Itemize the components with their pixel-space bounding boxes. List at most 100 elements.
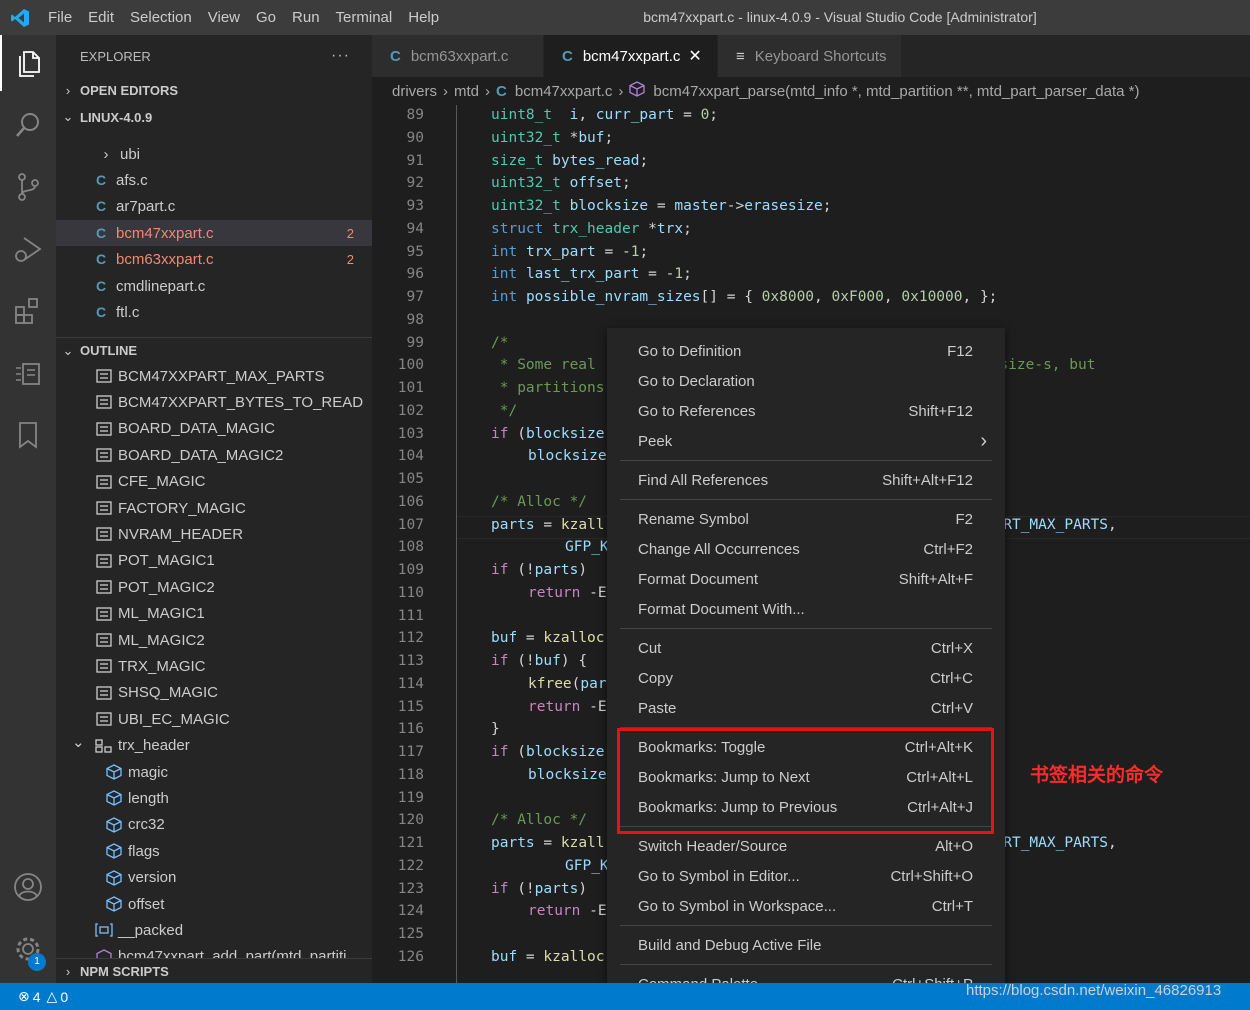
code-token: int — [491, 289, 518, 305]
outline-item[interactable]: BCM47XXPART_BYTES_TO_READ — [56, 389, 372, 415]
menu-item-label: Format Document With... — [638, 600, 805, 618]
tab-keyboard-shortcuts[interactable]: ≡ Keyboard Shortcuts — [718, 35, 902, 77]
constant-icon — [94, 369, 114, 383]
run-debug-icon[interactable] — [0, 221, 56, 277]
outline-item[interactable]: TRX_MAGIC — [56, 653, 372, 679]
outline-item[interactable]: CFE_MAGIC — [56, 469, 372, 495]
code-line: } — [491, 721, 500, 737]
menu-item-go-to-symbol-in-workspace[interactable]: Go to Symbol in Workspace... Ctrl+T — [607, 891, 1005, 921]
close-icon[interactable]: ✕ — [688, 46, 701, 66]
outline-item[interactable]: BCM47XXPART_MAX_PARTS — [56, 363, 372, 389]
code-line: return -E — [528, 585, 607, 601]
tab-bcm47xxpart-c[interactable]: Cbcm47xxpart.c ✕ — [544, 35, 718, 77]
outline-item[interactable]: BOARD_DATA_MAGIC — [56, 416, 372, 442]
menu-item-cut[interactable]: Cut Ctrl+X — [607, 633, 1005, 663]
field-icon — [104, 896, 124, 912]
menu-item-find-all-references[interactable]: Find All References Shift+Alt+F12 — [607, 465, 1005, 495]
menu-terminal[interactable]: Terminal — [328, 0, 401, 35]
menu-help[interactable]: Help — [400, 0, 447, 35]
menu-item-shortcut: Shift+F12 — [908, 402, 973, 420]
breadcrumb-function[interactable]: bcm47xxpart_parse(mtd_info *, mtd_partit… — [653, 83, 1139, 100]
code-token: ; — [683, 266, 692, 283]
tab-label: bcm63xxpart.c — [410, 47, 509, 65]
outline-item[interactable]: ML_MAGIC2 — [56, 627, 372, 653]
outline-item[interactable]: length — [56, 785, 372, 811]
outline-item[interactable]: POT_MAGIC2 — [56, 574, 372, 600]
file-item[interactable]: Cftl.c — [56, 299, 372, 325]
menu-item-go-to-symbol-in-editor[interactable]: Go to Symbol in Editor... Ctrl+Shift+O — [607, 861, 1005, 891]
line-number: 101 — [397, 380, 424, 396]
outline-item[interactable]: magic — [56, 759, 372, 785]
outline-item[interactable]: offset — [56, 891, 372, 917]
menu-item-format-document[interactable]: Format Document Shift+Alt+F — [607, 564, 1005, 594]
menu-go[interactable]: Go — [248, 0, 284, 35]
code-line: if (!parts) — [491, 562, 587, 578]
chevron-right-icon: › — [65, 82, 71, 98]
menu-item-paste[interactable]: Paste Ctrl+V — [607, 693, 1005, 723]
problems-status[interactable]: ⊗ 4 △ 0 — [18, 988, 68, 1005]
explorer-icon[interactable] — [0, 35, 56, 91]
code-token: blocksize — [528, 448, 607, 465]
file-item[interactable]: Cafs.c — [56, 167, 372, 193]
outline-item[interactable]: BOARD_DATA_MAGIC2 — [56, 442, 372, 468]
menu-item-shortcut: Ctrl+C — [930, 669, 973, 687]
tab-bcm63xxpart-c[interactable]: Cbcm63xxpart.c — [372, 35, 544, 77]
search-icon[interactable] — [0, 97, 56, 153]
file-item[interactable]: Cbcm47xxpart.c 2 — [56, 220, 372, 246]
code-token: GFP_K — [565, 857, 609, 874]
menu-item-switch-header-source[interactable]: Switch Header/Source Alt+O — [607, 831, 1005, 861]
outline-item[interactable]: version — [56, 865, 372, 891]
outline-section[interactable]: ⌄ OUTLINE — [56, 337, 372, 363]
npm-scripts-section[interactable]: › NPM SCRIPTS — [56, 958, 372, 983]
file-item[interactable]: Car7part.c — [56, 193, 372, 219]
menu-item-go-to-references[interactable]: Go to References Shift+F12 — [607, 396, 1005, 426]
menu-item-rename-symbol[interactable]: Rename Symbol F2 — [607, 504, 1005, 534]
menu-item-go-to-definition[interactable]: Go to Definition F12 — [607, 336, 1005, 366]
code-token: blocksize — [569, 198, 649, 214]
line-number: 97 — [406, 289, 424, 305]
remote-explorer-icon[interactable] — [0, 345, 56, 401]
menu-run[interactable]: Run — [284, 0, 328, 35]
outline-item[interactable]: UBI_EC_MAGIC — [56, 706, 372, 732]
settings-gear-icon[interactable]: 1 — [0, 921, 56, 977]
menu-item-label: Rename Symbol — [638, 510, 749, 528]
outline-item[interactable]: __packed — [56, 917, 372, 943]
menu-selection[interactable]: Selection — [122, 0, 200, 35]
menu-edit[interactable]: Edit — [80, 0, 122, 35]
menu-file[interactable]: File — [40, 0, 80, 35]
menu-item-format-document-with[interactable]: Format Document With... — [607, 594, 1005, 624]
code-token: uint32_t — [491, 198, 561, 214]
bookmarks-icon[interactable] — [0, 407, 56, 463]
error-count-badge: 2 — [346, 225, 354, 241]
outline-item[interactable]: NVRAM_HEADER — [56, 521, 372, 547]
menu-item-peek[interactable]: Peek › — [607, 426, 1005, 456]
account-icon[interactable] — [0, 859, 56, 915]
outline-item[interactable]: flags — [56, 838, 372, 864]
source-control-icon[interactable] — [0, 159, 56, 215]
breadcrumb-mtd[interactable]: mtd — [454, 83, 479, 100]
outline-item[interactable]: FACTORY_MAGIC — [56, 495, 372, 521]
code-line: size_t bytes_read; — [491, 153, 648, 169]
extensions-icon[interactable] — [0, 283, 56, 339]
menu-view[interactable]: View — [200, 0, 248, 35]
file-item[interactable]: Ccmdlinepart.c — [56, 273, 372, 299]
line-number: 117 — [397, 744, 424, 760]
workspace-section[interactable]: ⌄ LINUX-4.0.9 — [56, 104, 372, 130]
menu-item-change-all-occurrences[interactable]: Change All Occurrences Ctrl+F2 — [607, 534, 1005, 564]
breadcrumb-drivers[interactable]: drivers — [392, 83, 437, 100]
menu-item-copy[interactable]: Copy Ctrl+C — [607, 663, 1005, 693]
outline-item[interactable]: POT_MAGIC1 — [56, 548, 372, 574]
outline-item[interactable]: crc32 — [56, 812, 372, 838]
outline-item[interactable]: SHSQ_MAGIC — [56, 680, 372, 706]
breadcrumb-file[interactable]: bcm47xxpart.c — [515, 83, 613, 100]
outline-item[interactable]: ⌄ trx_header — [56, 733, 372, 759]
menu-item-shortcut: Ctrl+X — [930, 639, 973, 657]
file-item[interactable]: Cbcm63xxpart.c 2 — [56, 246, 372, 272]
menu-item-go-to-declaration[interactable]: Go to Declaration — [607, 366, 1005, 396]
outline-name: UBI_EC_MAGIC — [118, 710, 230, 728]
file-item[interactable]: › ubi — [56, 141, 372, 167]
open-editors-section[interactable]: › OPEN EDITORS — [56, 77, 372, 103]
more-actions-button[interactable]: ··· — [331, 47, 350, 65]
outline-item[interactable]: ML_MAGIC1 — [56, 601, 372, 627]
menu-item-build-and-debug-active-file[interactable]: Build and Debug Active File — [607, 930, 1005, 960]
